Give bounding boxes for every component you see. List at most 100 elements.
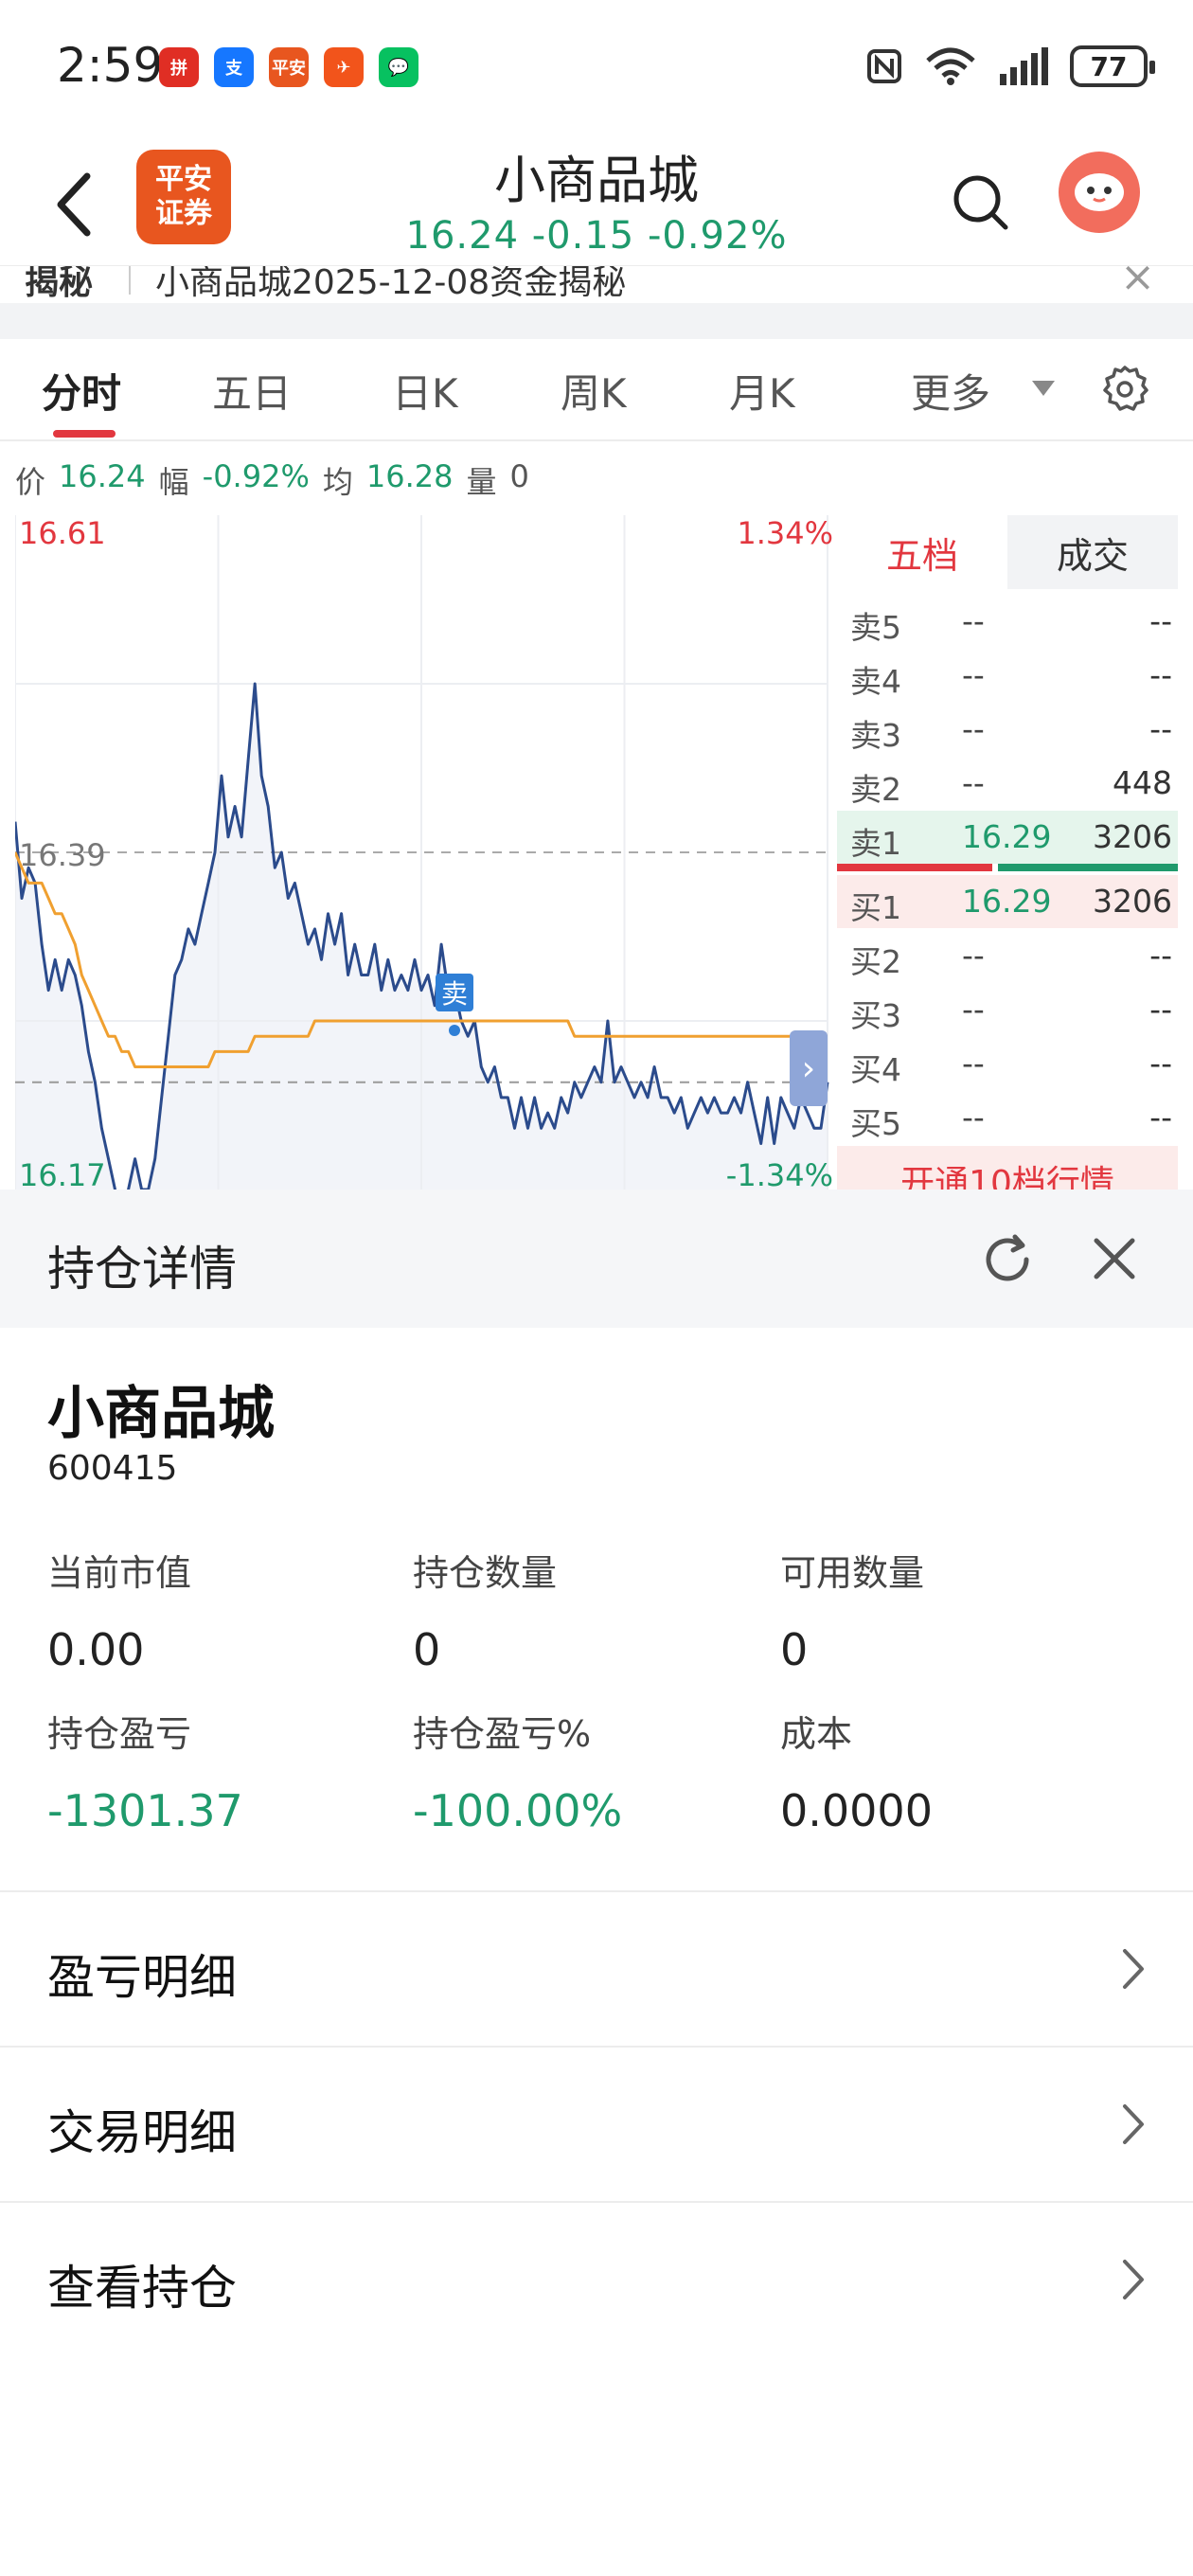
ask-level-1: 卖1 16.29 3206 — [837, 811, 1178, 864]
level-price: 16.29 — [962, 883, 1052, 920]
level-label: 卖4 — [850, 663, 901, 700]
level-label: 买3 — [850, 997, 901, 1034]
level-price: -- — [962, 937, 985, 974]
level-label: 卖3 — [850, 717, 901, 754]
feishu-icon: ✈ — [324, 47, 364, 87]
stat-value: 0.00 — [47, 1624, 145, 1675]
level-price: -- — [962, 991, 985, 1028]
level-volume: -- — [1149, 602, 1172, 639]
level-volume: -- — [1149, 1099, 1172, 1136]
level-price: -- — [962, 1045, 985, 1082]
news-close-icon[interactable]: × — [1120, 266, 1155, 301]
level-label: 买5 — [850, 1105, 901, 1142]
tab-more[interactable]: 更多 — [911, 362, 990, 420]
chart-tabs: 分时 五日 日K 周K 月K 更多 — [0, 339, 1193, 441]
bid-level-3: 买3 -- -- — [837, 983, 1178, 1036]
tab-trades[interactable]: 成交 — [1007, 515, 1178, 589]
menu-view-holdings[interactable]: 查看持仓 — [0, 2201, 1193, 2356]
level-label: 买4 — [850, 1051, 901, 1088]
chevron-right-icon — [1123, 2104, 1144, 2144]
menu-trade-details[interactable]: 交易明细 — [0, 2046, 1193, 2201]
stock-header: 平安 证券 小商品城 16.24 -0.15 -0.92% — [0, 133, 1193, 273]
stat-value: 0.0000 — [780, 1785, 933, 1836]
status-bar: 2:59 拼支平安 ✈ 💬 77 — [0, 0, 1193, 133]
chevron-right-icon — [1123, 2260, 1144, 2299]
stat-value: 0 — [780, 1624, 809, 1675]
status-indicators: 77 — [865, 45, 1155, 87]
bid-ask-ratio-bar — [837, 864, 1178, 871]
menu-label: 交易明细 — [47, 2105, 237, 2160]
stat-pnl: 持仓盈亏 -1301.37 — [47, 1705, 243, 1836]
alipay-icon: 支 — [214, 47, 254, 87]
stock-title: 小商品城 — [494, 151, 699, 210]
section-gap — [0, 303, 1193, 339]
order-book-tabs: 五档 成交 — [837, 515, 1178, 589]
menu-pnl-details[interactable]: 盈亏明细 — [0, 1890, 1193, 2046]
stat-pnl-pct: 持仓盈亏% -100.00% — [413, 1705, 622, 1836]
news-ticker[interactable]: 揭秘 小商品城2025-12-08资金揭秘 × — [0, 265, 1193, 303]
intraday-chart-svg — [15, 515, 829, 1190]
bid-level-2: 买2 -- -- — [837, 929, 1178, 982]
stat-label: 持仓盈亏 — [47, 1713, 192, 1755]
stat-value: 0 — [413, 1624, 441, 1675]
refresh-icon[interactable] — [977, 1229, 1038, 1290]
level-volume: 3206 — [1093, 818, 1172, 855]
level-price: -- — [962, 1099, 985, 1136]
bid-level-5: 买5 -- -- — [837, 1091, 1178, 1144]
tab-five-day[interactable]: 五日 — [212, 362, 292, 420]
y-top-label: 16.61 — [19, 515, 106, 551]
volume-label: 量 — [466, 464, 497, 500]
stock-quote: 16.24 -0.15 -0.92% — [405, 214, 788, 258]
order-book: 五档 成交 卖5 -- -- 卖4 -- -- 卖3 -- -- 卖2 -- 448 卖1 16.29 32… — [837, 515, 1178, 1190]
nfc-icon — [867, 49, 901, 83]
search-icon[interactable] — [951, 172, 1011, 233]
news-text[interactable]: 小商品城2025-12-08资金揭秘 — [155, 266, 626, 303]
intraday-chart[interactable]: 16.61 1.34% 16.39 16.17 -1.34% 卖 › — [15, 515, 833, 1190]
active-tab-indicator — [53, 430, 116, 438]
avg-value: 16.28 — [365, 458, 454, 494]
level-label: 买2 — [850, 943, 901, 980]
quote-summary: 价 16.24 幅 -0.92% 均 16.28 量 0 — [15, 458, 529, 502]
tab-monthly-k[interactable]: 月K — [729, 362, 795, 420]
level-volume: -- — [1149, 656, 1172, 693]
level-volume: 448 — [1113, 764, 1172, 801]
ask-level-5: 卖5 -- -- — [837, 595, 1178, 648]
level-volume: -- — [1149, 937, 1172, 974]
close-icon[interactable] — [1087, 1231, 1142, 1286]
stat-value: -1301.37 — [47, 1785, 243, 1836]
tab-daily-k[interactable]: 日K — [392, 362, 458, 420]
level-volume: 3206 — [1093, 883, 1172, 920]
tab-weekly-k[interactable]: 周K — [561, 362, 627, 420]
tab-intraday[interactable]: 分时 — [42, 362, 121, 420]
stat-label: 当前市值 — [47, 1552, 192, 1594]
signal-icon — [1000, 47, 1048, 85]
level-label: 卖1 — [850, 825, 901, 862]
level-price: -- — [962, 710, 985, 747]
bid-level-1: 买1 16.29 3206 — [837, 875, 1178, 928]
gear-icon[interactable] — [1100, 364, 1149, 413]
stat-value: -100.00% — [413, 1785, 623, 1836]
news-tag: 揭秘 — [25, 265, 94, 302]
assistant-avatar-icon[interactable] — [1059, 152, 1140, 233]
holding-stock-name: 小商品城 — [47, 1381, 275, 1447]
tab-five-levels[interactable]: 五档 — [837, 515, 1007, 589]
price-label: 价 — [15, 464, 46, 500]
upgrade-level10-button[interactable]: 开通10档行情 — [837, 1146, 1178, 1190]
range-label: 幅 — [158, 464, 189, 500]
holding-panel-title: 持仓详情 — [47, 1242, 237, 1297]
stat-quantity: 持仓数量 0 — [413, 1544, 557, 1675]
stat-label: 持仓数量 — [413, 1552, 558, 1594]
sell-marker[interactable]: 卖 — [436, 974, 473, 1011]
status-time: 2:59 — [57, 38, 164, 93]
chevron-down-icon[interactable] — [1030, 379, 1057, 398]
level-price: -- — [962, 764, 985, 801]
pingan-securities-icon: 平安 — [269, 47, 309, 87]
holding-panel-header: 持仓详情 — [0, 1190, 1193, 1328]
level-volume: -- — [1149, 1045, 1172, 1082]
ask-level-3: 卖3 -- -- — [837, 703, 1178, 756]
y-bottom-label: 16.17 — [19, 1157, 106, 1190]
pct-bottom-label: -1.34% — [725, 1157, 833, 1190]
level-price: 16.29 — [962, 818, 1052, 855]
level-volume: -- — [1149, 710, 1172, 747]
expand-chart-handle[interactable]: › — [790, 1030, 828, 1106]
